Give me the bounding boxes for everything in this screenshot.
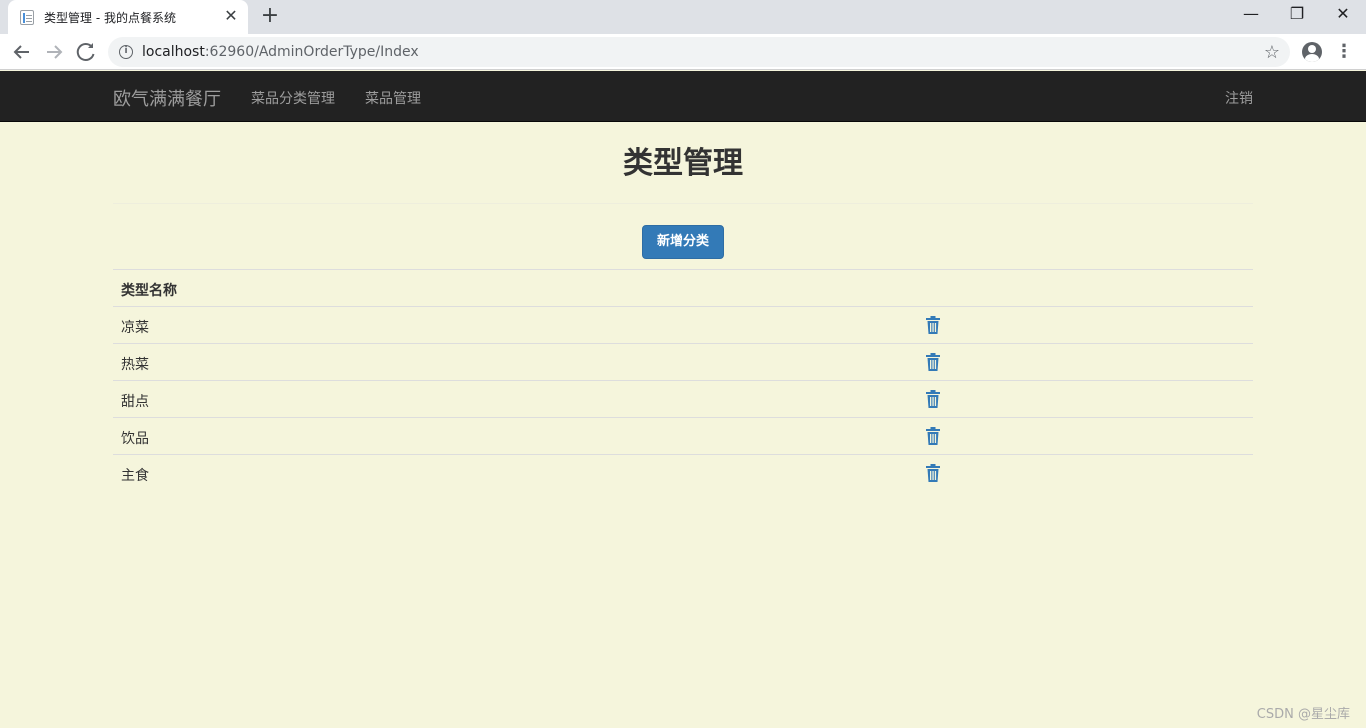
type-name-cell: 甜点 (121, 394, 149, 410)
type-name-cell: 主食 (121, 468, 149, 484)
type-name-cell: 凉菜 (121, 320, 149, 336)
restore-button[interactable]: ❐ (1274, 0, 1320, 30)
page-favicon-icon (20, 10, 34, 25)
trash-icon[interactable] (925, 316, 941, 334)
forward-icon[interactable] (40, 38, 68, 66)
trash-icon[interactable] (925, 353, 941, 371)
nav-dish-management[interactable]: 菜品管理 (365, 88, 421, 108)
table-row: 饮品 (113, 417, 1253, 454)
page-title: 类型管理 (623, 146, 743, 181)
tab-title: 类型管理 - 我的点餐系统 (44, 11, 176, 25)
table-row: 主食 (113, 454, 1253, 491)
add-category-button[interactable]: 新增分类 (642, 225, 724, 259)
logout-link[interactable]: 注销 (1225, 88, 1253, 108)
trash-icon[interactable] (925, 464, 941, 482)
back-icon[interactable] (8, 38, 36, 66)
table-row: 凉菜 (113, 306, 1253, 343)
category-table: 类型名称 凉菜 热菜 甜点 饮品 主食 (113, 269, 1253, 491)
app-navbar: 欧气满满餐厅 菜品分类管理 菜品管理 注销 (0, 71, 1366, 122)
new-tab-button[interactable]: + (258, 5, 282, 29)
close-tab-icon[interactable]: ✕ (222, 7, 240, 25)
trash-icon[interactable] (925, 390, 941, 408)
minimize-button[interactable]: — (1228, 0, 1274, 30)
browser-tab[interactable]: 类型管理 - 我的点餐系统 ✕ (8, 0, 248, 34)
reload-icon[interactable] (72, 38, 100, 66)
close-window-button[interactable]: ✕ (1320, 0, 1366, 30)
watermark: CSDN @星尘库 (1256, 707, 1350, 722)
browser-toolbar: i localhost:62960/AdminOrderType/Index ☆… (0, 34, 1366, 70)
trash-icon[interactable] (925, 427, 941, 445)
type-name-cell: 饮品 (121, 431, 149, 447)
table-header-row: 类型名称 (113, 269, 1253, 306)
table-row: 热菜 (113, 343, 1253, 380)
browser-tabstrip: 类型管理 - 我的点餐系统 ✕ + — ❐ ✕ (0, 0, 1366, 34)
title-divider (113, 203, 1253, 204)
star-icon[interactable]: ☆ (1264, 42, 1280, 63)
brand-link[interactable]: 欧气满满餐厅 (113, 85, 221, 111)
column-header-type-name: 类型名称 (121, 283, 177, 299)
nav-category-management[interactable]: 菜品分类管理 (251, 88, 335, 108)
info-icon[interactable]: i (119, 45, 133, 59)
type-name-cell: 热菜 (121, 357, 149, 373)
url-text[interactable]: localhost:62960/AdminOrderType/Index (142, 44, 419, 60)
table-row: 甜点 (113, 380, 1253, 417)
menu-icon[interactable]: ⋮ (1334, 42, 1354, 62)
address-bar[interactable]: i localhost:62960/AdminOrderType/Index ☆ (108, 37, 1290, 67)
profile-icon[interactable] (1302, 42, 1322, 62)
